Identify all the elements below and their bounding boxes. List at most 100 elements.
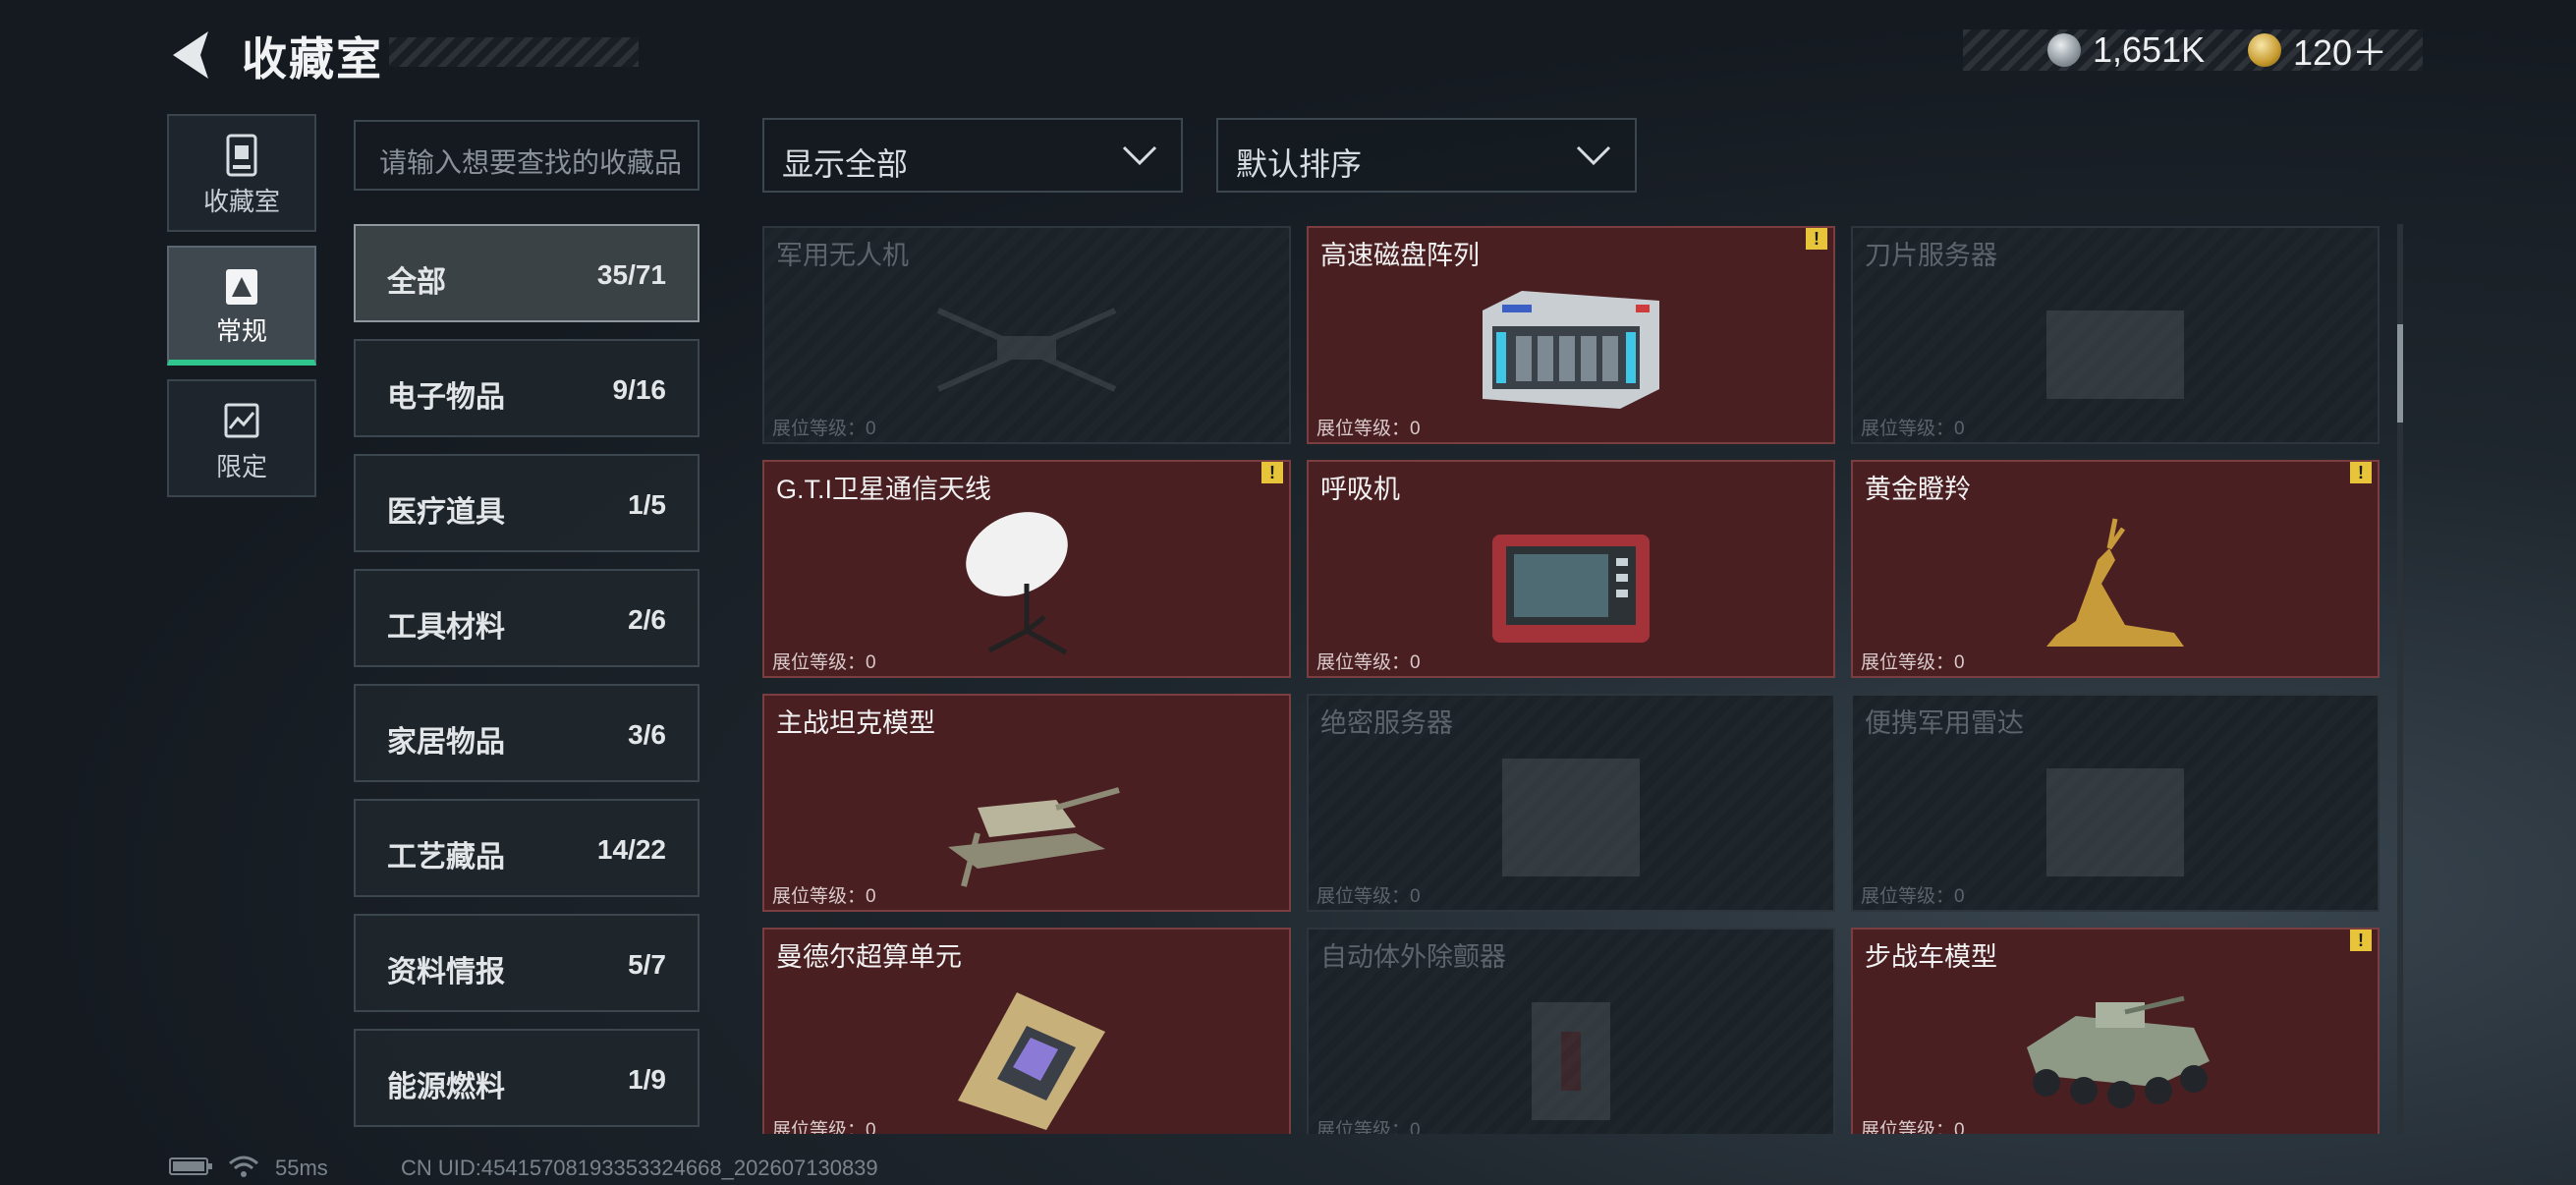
category-name: 医疗道具: [387, 496, 505, 529]
item-card[interactable]: 主战坦克模型 展位等级：0: [762, 694, 1291, 912]
item-card[interactable]: 刀片服务器 展位等级：0: [1851, 226, 2380, 444]
filter-value: 显示全部: [782, 146, 909, 182]
filter-dropdown[interactable]: 显示全部: [762, 118, 1183, 193]
item-card[interactable]: 军用无人机 展位等级：0: [762, 226, 1291, 444]
silver-coin-icon: [2047, 33, 2081, 67]
category-crafts[interactable]: 工艺藏品 14/22: [354, 799, 700, 897]
category-count: 2/6: [628, 604, 666, 635]
item-name: 自动体外除颤器: [1320, 942, 1506, 972]
side-tab-limited[interactable]: 限定: [167, 379, 316, 497]
item-level: 展位等级：0: [1316, 1120, 1421, 1134]
item-card[interactable]: 绝密服务器 展位等级：0: [1307, 694, 1835, 912]
side-tab-label: 常规: [215, 316, 267, 346]
collection-room-icon: [226, 134, 257, 177]
gold-coin-icon: [2248, 33, 2281, 67]
item-card[interactable]: 步战车模型 ! 展位等级：0: [1851, 928, 2380, 1134]
silver-currency-value: 1,651K: [2093, 29, 2206, 70]
sort-dropdown[interactable]: 默认排序: [1216, 118, 1637, 193]
gold-currency-value: 120＋: [2293, 32, 2388, 73]
category-count: 1/5: [628, 489, 666, 520]
item-name: 主战坦克模型: [776, 708, 935, 738]
category-household[interactable]: 家居物品 3/6: [354, 684, 700, 782]
warning-badge-icon: !: [2350, 462, 2372, 483]
title-decoration: [389, 37, 639, 67]
category-medical[interactable]: 医疗道具 1/5: [354, 454, 700, 552]
item-level: 展位等级：0: [1316, 419, 1421, 439]
page-title: 收藏室: [242, 33, 383, 85]
item-level: 展位等级：0: [1861, 1120, 1965, 1134]
search-placeholder: 请输入想要查找的收藏品: [379, 147, 683, 178]
supercomputer-unit-icon: [958, 992, 1105, 1130]
gold-currency[interactable]: 120＋: [2248, 29, 2387, 73]
ping-value: 55ms: [275, 1156, 328, 1180]
item-level: 展位等级：0: [772, 652, 876, 673]
search-input[interactable]: 请输入想要查找的收藏品: [354, 120, 700, 191]
battery-icon: [169, 1156, 214, 1183]
scrollbar-thumb[interactable]: [2397, 324, 2403, 423]
category-energy[interactable]: 能源燃料 1/9: [354, 1029, 700, 1127]
item-card[interactable]: G.T.I卫星通信天线 ! 展位等级：0: [762, 460, 1291, 678]
category-name: 全部: [387, 266, 446, 299]
blade-server-icon: [2046, 310, 2184, 399]
item-level: 展位等级：0: [1316, 886, 1421, 907]
side-tab-regular[interactable]: 常规: [167, 246, 316, 366]
category-name: 家居物品: [387, 726, 505, 759]
item-level: 展位等级：0: [1861, 419, 1965, 439]
secret-server-icon: [1502, 759, 1640, 876]
item-card[interactable]: 自动体外除颤器 展位等级：0: [1307, 928, 1835, 1134]
item-level: 展位等级：0: [772, 1120, 876, 1134]
category-count: 35/71: [596, 259, 666, 290]
collection-grid: 军用无人机 展位等级：0 高速磁盘阵列 ! 展位等级：0 刀片服务器 展位等级：…: [762, 224, 2383, 1134]
item-card[interactable]: 呼吸机 展位等级：0: [1307, 460, 1835, 678]
category-name: 电子物品: [387, 381, 505, 414]
item-name: 步战车模型: [1865, 942, 1997, 972]
item-level: 展位等级：0: [1316, 652, 1421, 673]
satellite-dish-icon: [966, 512, 1068, 655]
category-tools[interactable]: 工具材料 2/6: [354, 569, 700, 667]
category-name: 能源燃料: [387, 1071, 505, 1103]
category-name: 资料情报: [387, 956, 505, 988]
golden-gazelle-icon: [2046, 518, 2184, 647]
item-card[interactable]: 便携军用雷达 展位等级：0: [1851, 694, 2380, 912]
category-intel[interactable]: 资料情报 5/7: [354, 914, 700, 1012]
defibrillator-icon: [1532, 1002, 1610, 1120]
limited-icon: [224, 403, 259, 438]
item-card[interactable]: 黄金瞪羚 ! 展位等级：0: [1851, 460, 2380, 678]
item-name: 呼吸机: [1320, 475, 1400, 504]
item-name: G.T.I卫星通信天线: [776, 475, 992, 504]
item-name: 黄金瞪羚: [1865, 475, 1971, 504]
ventilator-icon: [1492, 535, 1650, 643]
warning-badge-icon: !: [1261, 462, 1283, 483]
item-card[interactable]: 曼德尔超算单元 展位等级：0: [762, 928, 1291, 1134]
drone-icon: [936, 308, 1117, 392]
category-all[interactable]: 全部 35/71: [354, 224, 700, 322]
category-name: 工具材料: [387, 611, 505, 644]
item-name: 便携军用雷达: [1865, 708, 2024, 738]
portable-radar-icon: [2046, 768, 2184, 876]
tank-model-icon: [948, 787, 1120, 887]
regular-icon: [226, 269, 257, 305]
item-level: 展位等级：0: [772, 419, 876, 439]
silver-currency[interactable]: 1,651K: [2047, 29, 2205, 71]
item-name: 军用无人机: [776, 241, 909, 270]
category-electronics[interactable]: 电子物品 9/16: [354, 339, 700, 437]
warning-badge-icon: !: [1806, 228, 1827, 250]
back-arrow-icon: [173, 31, 208, 79]
side-tab-label: 收藏室: [202, 187, 280, 216]
category-count: 1/9: [628, 1064, 666, 1095]
item-name: 曼德尔超算单元: [776, 942, 962, 972]
item-name: 绝密服务器: [1320, 708, 1453, 738]
chevron-down-icon: [1122, 145, 1157, 166]
category-count: 14/22: [596, 834, 666, 865]
warning-badge-icon: !: [2350, 930, 2372, 951]
side-tab-collection-room[interactable]: 收藏室: [167, 114, 316, 232]
disk-array-icon: [1483, 291, 1659, 409]
category-count: 5/7: [628, 949, 666, 980]
uid-text: CN UID:4541570819335332466​8_20260713083…: [401, 1156, 878, 1180]
wifi-icon: [228, 1156, 259, 1185]
item-name: 高速磁盘阵列: [1320, 241, 1480, 270]
currency-bar: 1,651K 120＋: [1963, 29, 2423, 73]
item-card[interactable]: 高速磁盘阵列 ! 展位等级：0: [1307, 226, 1835, 444]
back-button[interactable]: [165, 28, 214, 83]
sort-value: 默认排序: [1236, 146, 1363, 182]
